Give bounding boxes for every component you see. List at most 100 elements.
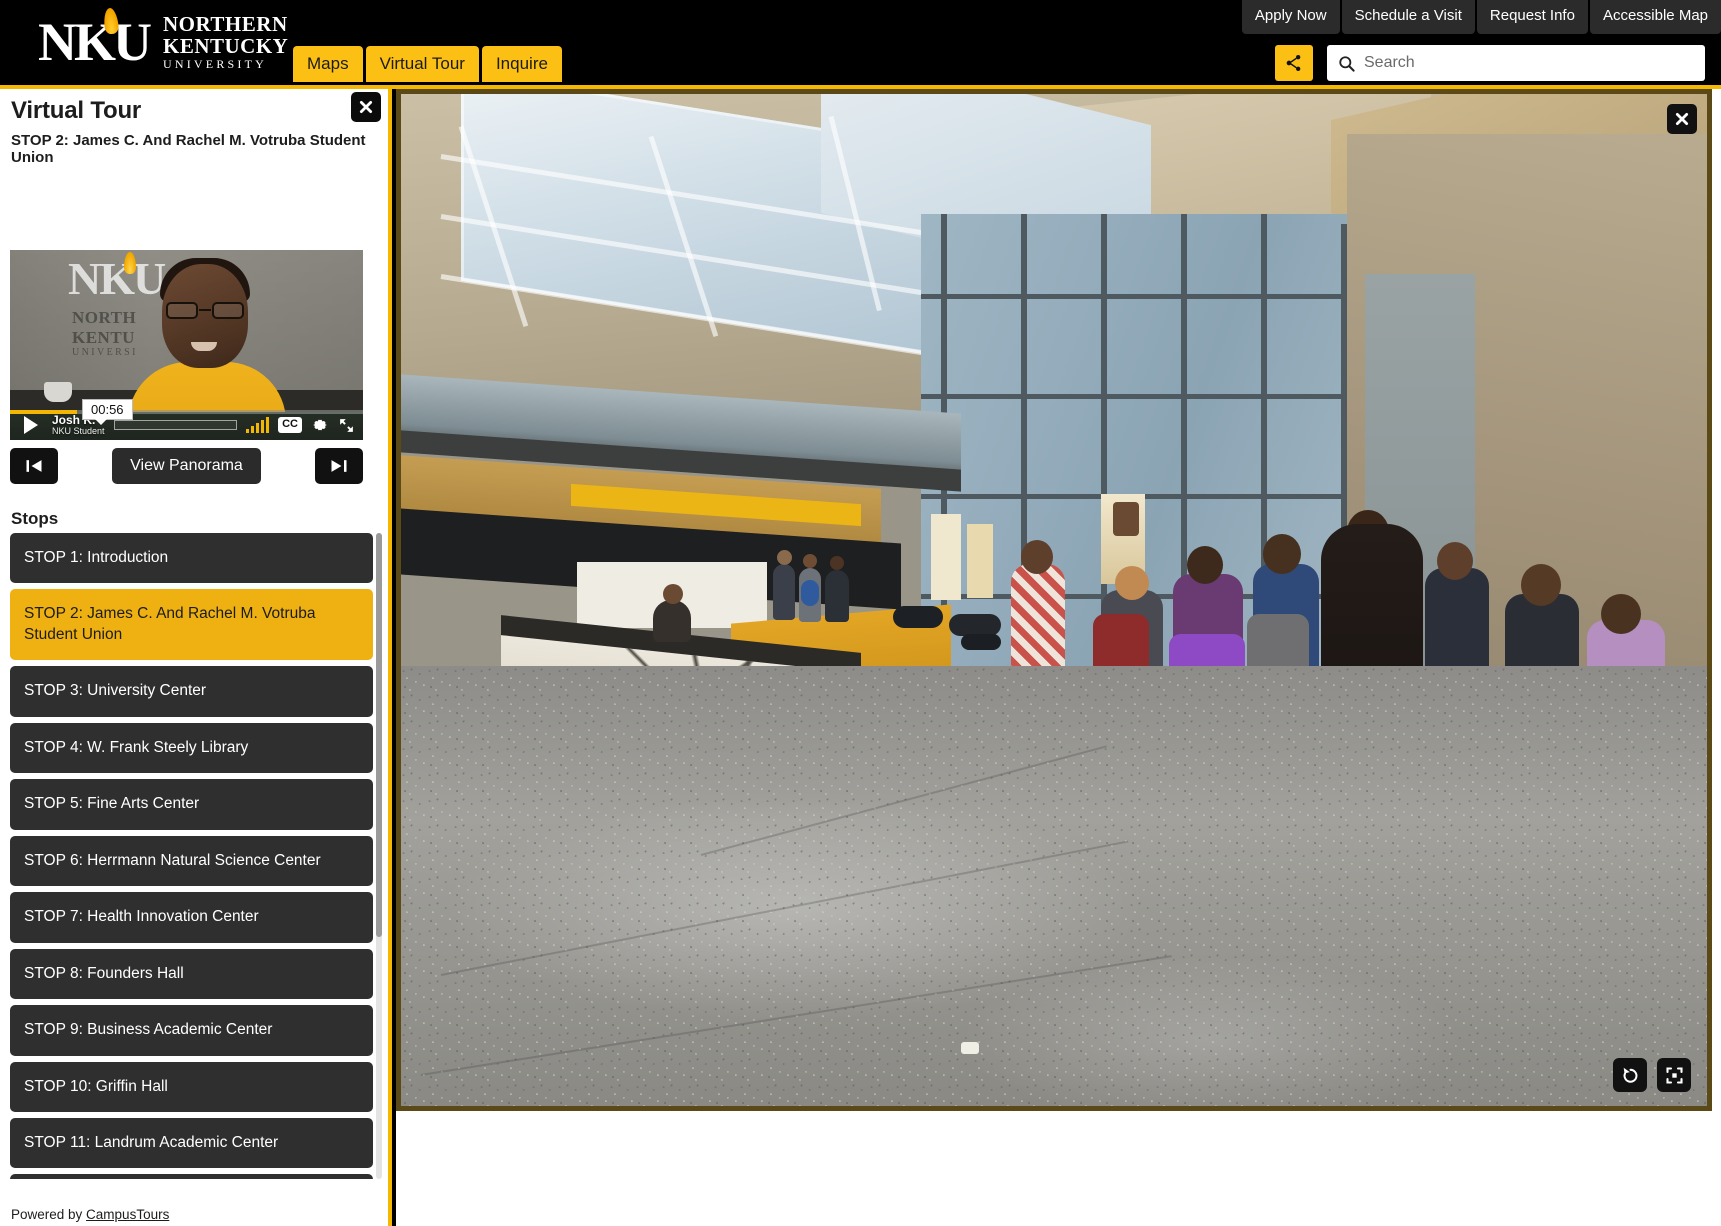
next-stop-button[interactable] [315, 448, 363, 484]
primary-tabs: Maps Virtual Tour Inquire [293, 46, 562, 82]
stop-item-8[interactable]: STOP 8: Founders Hall [10, 948, 373, 1000]
logo-line-2: KENTUCKY [163, 33, 289, 58]
stop-item-6[interactable]: STOP 6: Herrmann Natural Science Center [10, 835, 373, 887]
logo-line-3: UNIVERSITY [163, 56, 267, 71]
stop-item-1[interactable]: STOP 1: Introduction [10, 533, 373, 584]
video-seek-bar[interactable] [113, 420, 238, 430]
utility-navigation: Apply Now Schedule a Visit Request Info … [1241, 0, 1721, 34]
stop-item-9[interactable]: STOP 9: Business Academic Center [10, 1005, 373, 1056]
header-accent-rule [0, 85, 1721, 89]
pano-backpack [801, 580, 819, 606]
stop-item-3[interactable]: STOP 3: University Center [10, 666, 373, 717]
page-background-right [1712, 89, 1721, 1226]
panorama-viewer[interactable] [396, 89, 1712, 1111]
stops-heading: Stops [11, 509, 59, 528]
stop-item-2[interactable]: STOP 2: James C. And Rachel M. Votruba S… [10, 589, 373, 661]
play-button[interactable] [18, 413, 42, 437]
video-wall-logo: NKU [68, 253, 166, 304]
panorama-reset-view-button[interactable] [1613, 1058, 1647, 1092]
stop-item-4[interactable]: STOP 4: W. Frank Steely Library [10, 722, 373, 774]
play-icon [24, 416, 38, 434]
panorama-close-button[interactable] [1667, 104, 1697, 134]
previous-stop-button[interactable] [10, 448, 58, 484]
sidebar-scrollbar[interactable] [376, 533, 382, 1179]
stop-item-11[interactable]: STOP 11: Landrum Academic Center [10, 1117, 373, 1169]
tab-inquire[interactable]: Inquire [481, 46, 562, 82]
stop-item-12[interactable]: STOP 12: Math-Education-Psychology Cente… [10, 1174, 373, 1179]
video-progress-fill [10, 410, 78, 414]
logo-wordmark: NORTHERN KENTUCKY UNIVERSITY [163, 12, 289, 71]
stops-list: STOP 1: Introduction STOP 2: James C. An… [10, 533, 373, 1179]
pano-person-head [803, 554, 817, 568]
next-stop-icon [331, 460, 347, 472]
glasses-icon [166, 302, 244, 319]
stop-item-5[interactable]: STOP 5: Fine Arts Center [10, 779, 373, 830]
pano-floor-litter [961, 1042, 979, 1054]
video-controls-bar: Josh K. NKU Student CC [10, 410, 363, 440]
stop-video-player[interactable]: NKU NORTH KENTU UNIVERSI 00:56 Josh K. N… [10, 250, 363, 440]
view-panorama-button[interactable]: View Panorama [112, 448, 261, 484]
stop-item-10[interactable]: STOP 10: Griffin Hall [10, 1061, 373, 1112]
search-box[interactable] [1327, 45, 1705, 81]
pano-person [773, 564, 795, 620]
pano-poster-portrait [1113, 502, 1139, 536]
pano-chair [949, 614, 1001, 636]
nku-logo[interactable]: NKU NORTHERN KENTUCKY UNIVERSITY [38, 7, 289, 73]
accessible-map-button[interactable]: Accessible Map [1589, 0, 1721, 34]
pano-person-head [777, 550, 792, 565]
reset-view-icon [1623, 1067, 1637, 1083]
tab-virtual-tour[interactable]: Virtual Tour [365, 46, 479, 82]
pano-student-head [1437, 542, 1473, 580]
panorama-scene[interactable] [401, 94, 1707, 1106]
pano-floor-texture [401, 666, 1707, 1106]
pano-student-head [1521, 564, 1561, 606]
powered-by-footer: Powered by CampusTours [11, 1207, 169, 1222]
video-wall-line-2: KENTU [72, 327, 135, 347]
share-button[interactable] [1275, 45, 1313, 81]
previous-stop-icon [26, 460, 42, 472]
search-icon [1337, 54, 1356, 73]
schedule-a-visit-button[interactable]: Schedule a Visit [1341, 0, 1475, 34]
share-icon [1286, 55, 1301, 71]
pano-student-head [1601, 594, 1641, 634]
pano-poster [967, 524, 993, 598]
gear-icon [313, 419, 327, 431]
pano-person [825, 570, 849, 622]
top-navigation-bar: NKU NORTHERN KENTUCKY UNIVERSITY Maps Vi… [0, 0, 1721, 89]
pano-floor [401, 666, 1707, 1106]
video-wall-line-1: NORTH [72, 308, 137, 327]
tab-maps[interactable]: Maps [293, 46, 363, 82]
video-settings-button[interactable] [311, 416, 329, 434]
video-fullscreen-button[interactable] [338, 417, 355, 434]
close-icon [359, 100, 373, 114]
pano-student-head [1263, 534, 1301, 574]
logo-mark: NKU [38, 12, 152, 73]
campustours-link[interactable]: CampusTours [86, 1207, 169, 1222]
volume-icon[interactable] [246, 417, 270, 433]
fullscreen-icon [1665, 1066, 1683, 1084]
pano-student-head [1021, 540, 1053, 574]
apply-now-button[interactable]: Apply Now [1241, 0, 1340, 34]
panorama-toolbar [1613, 1058, 1691, 1092]
video-wall-line-3: UNIVERSI [72, 347, 138, 359]
closed-captions-button[interactable]: CC [278, 417, 302, 433]
pano-chair [961, 634, 1001, 650]
search-input[interactable] [1364, 54, 1695, 72]
stop-item-7[interactable]: STOP 7: Health Innovation Center [10, 892, 373, 943]
fullscreen-icon [340, 418, 353, 432]
panorama-fullscreen-button[interactable] [1657, 1058, 1691, 1092]
stop-navigation-row: View Panorama [10, 448, 363, 484]
pano-person-head [663, 584, 683, 604]
page-title: Virtual Tour [11, 97, 142, 124]
current-stop-subtitle: STOP 2: James C. And Rachel M. Votruba S… [11, 132, 366, 166]
video-progress-track[interactable] [10, 410, 363, 414]
request-info-button[interactable]: Request Info [1476, 0, 1588, 34]
logo-line-1: NORTHERN [163, 12, 288, 36]
sidebar-close-button[interactable] [351, 92, 381, 122]
pano-person-head [830, 556, 844, 570]
video-time-tooltip: 00:56 [82, 399, 133, 425]
video-cup [44, 382, 72, 402]
sidebar-scrollbar-thumb[interactable] [376, 533, 382, 937]
pano-student-head [1115, 566, 1149, 600]
video-overlay-subtitle: NKU Student [52, 425, 105, 436]
